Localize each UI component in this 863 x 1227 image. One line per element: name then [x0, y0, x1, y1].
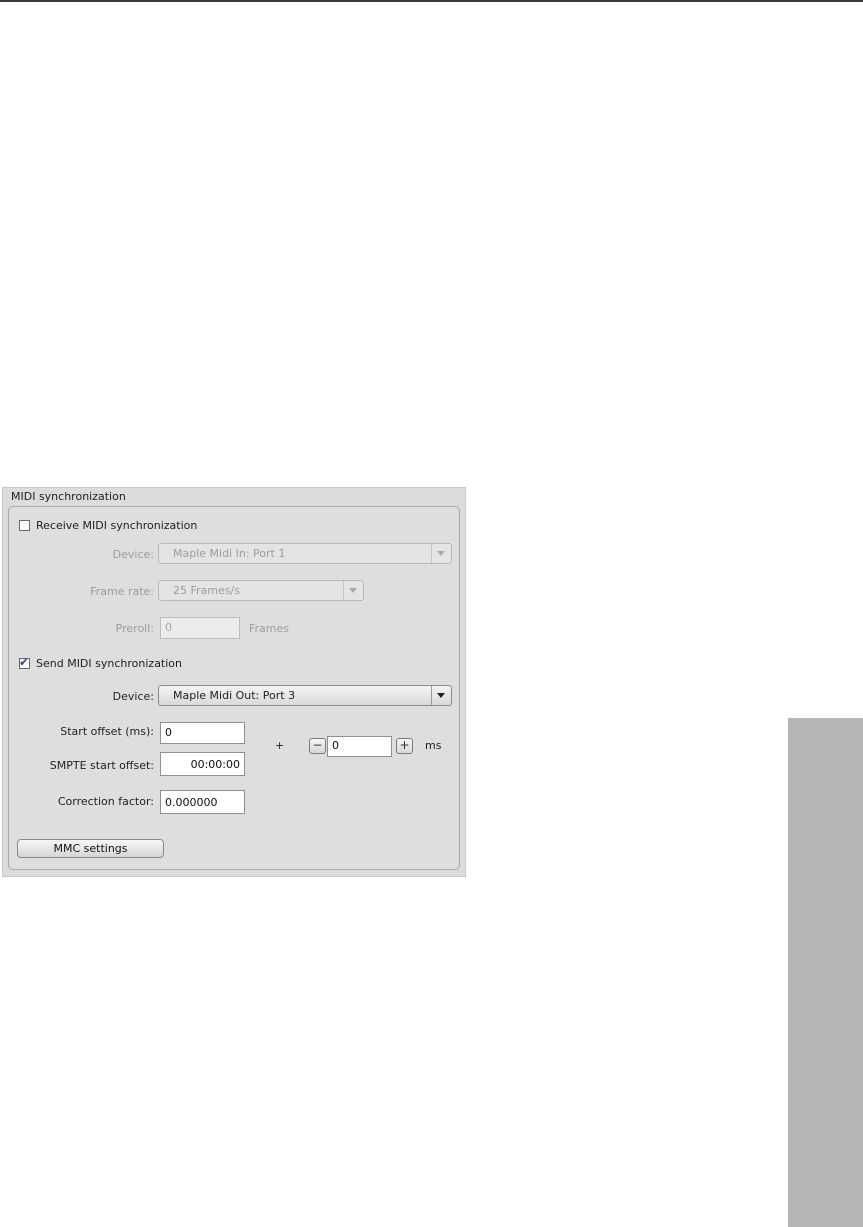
receive-device-value: Maple Midi In: Port 1 [173, 547, 286, 560]
checkmark-icon: ✔ [19, 655, 30, 669]
receive-device-select[interactable]: Maple Midi In: Port 1 [158, 543, 452, 564]
start-offset-input[interactable]: 0 [160, 722, 245, 744]
receive-device-dropdown[interactable] [431, 544, 451, 563]
frame-rate-value: 25 Frames/s [173, 584, 240, 597]
panel-group-box: Receive MIDI synchronization Device: Map… [8, 506, 460, 870]
page-top-rule [0, 0, 863, 2]
preroll-unit: Frames [249, 622, 290, 635]
frame-rate-select[interactable]: 25 Frames/s [158, 580, 364, 601]
panel-title: MIDI synchronization [11, 490, 126, 503]
spin-increment-button[interactable]: + [396, 738, 413, 754]
spin-decrement-button[interactable]: − [309, 738, 326, 754]
send-device-label: Device: [112, 690, 154, 703]
send-midi-sync-checkbox[interactable]: ✔ [19, 655, 30, 669]
side-thumb-tab [788, 718, 863, 1227]
send-device-dropdown[interactable] [431, 686, 451, 705]
correction-factor-label: Correction factor: [57, 795, 154, 808]
preroll-label: Preroll: [115, 622, 154, 635]
chevron-down-icon [349, 588, 357, 593]
receive-midi-sync-label: Receive MIDI synchronization [36, 519, 198, 532]
smpte-offset-input[interactable]: 00:00:00 [160, 752, 245, 776]
plus-sign: + [275, 739, 285, 752]
frame-rate-label: Frame rate: [90, 585, 154, 598]
ms-unit-label: ms [425, 739, 442, 752]
receive-device-label: Device: [112, 548, 154, 561]
correction-factor-input[interactable]: 0.000000 [160, 790, 245, 814]
send-midi-sync-label: Send MIDI synchronization [36, 657, 183, 670]
mmc-settings-button[interactable]: MMC settings [17, 839, 164, 858]
chevron-down-icon [437, 693, 445, 698]
frame-rate-dropdown[interactable] [343, 581, 363, 600]
send-device-select[interactable]: Maple Midi Out: Port 3 [158, 685, 452, 706]
chevron-down-icon [437, 551, 445, 556]
midi-sync-panel: MIDI synchronization Receive MIDI synchr… [2, 487, 466, 877]
receive-midi-sync-checkbox[interactable] [19, 520, 30, 531]
smpte-offset-label: SMPTE start offset: [49, 759, 154, 772]
spin-value-input[interactable]: 0 [327, 736, 392, 757]
start-offset-label: Start offset (ms): [60, 725, 154, 738]
send-device-value: Maple Midi Out: Port 3 [173, 689, 296, 702]
preroll-input[interactable]: 0 [160, 617, 240, 639]
